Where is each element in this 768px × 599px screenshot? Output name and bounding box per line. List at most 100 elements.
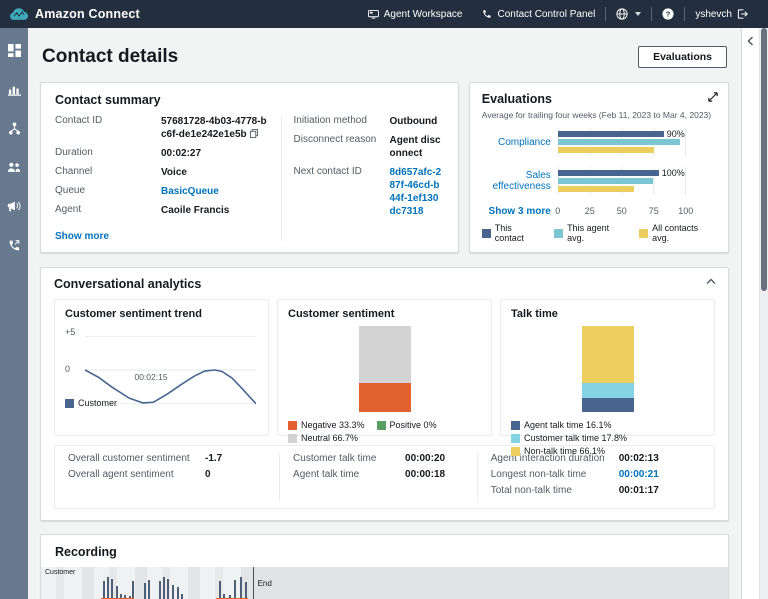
- bar-this-agent-avg: [557, 139, 680, 145]
- caret-down-icon: [635, 12, 642, 16]
- show-more-link[interactable]: Show more: [55, 231, 109, 242]
- contact-control-panel-button[interactable]: Contact Control Panel: [472, 0, 605, 28]
- customer-sentiment-trend-card: Customer sentiment trend +5 0 -5: [54, 299, 269, 436]
- recording-card: Recording Customer Agent End: [40, 534, 729, 599]
- customer-audio-track[interactable]: Customer: [41, 567, 728, 599]
- bar-value-label: 100%: [661, 168, 685, 178]
- evaluations-legend: This contact This agent avg. All contact…: [481, 223, 716, 243]
- sidebar-item-announcements[interactable]: [4, 196, 24, 216]
- recording-end-label: End: [257, 579, 272, 588]
- bar-this-contact: [557, 131, 664, 137]
- trend-title: Customer sentiment trend: [65, 308, 202, 320]
- x-axis: 0 25 50 75 100: [555, 206, 694, 216]
- segment-customer-talk: [581, 382, 634, 399]
- main-content: Contact details Evaluations Contact summ…: [28, 28, 741, 599]
- megaphone-icon: [7, 201, 21, 212]
- talk-time-title: Talk time: [511, 308, 558, 320]
- evaluations-title: Evaluations: [481, 92, 552, 106]
- bar-this-contact: [557, 170, 659, 176]
- bar-chart-icon: [7, 86, 21, 96]
- bar-value-label: 90%: [666, 129, 685, 139]
- field-duration: Duration 00:02:27: [55, 147, 202, 159]
- field-agent: Agent Caoile Francis: [55, 204, 230, 216]
- sign-out-icon: [737, 9, 748, 19]
- bar-group: 100%: [557, 167, 686, 195]
- customer-sentiment-card: Customer sentiment Negative 33.3% Positi…: [277, 299, 492, 443]
- segment-non-talk: [581, 326, 634, 383]
- evaluations-subtitle: Average for trailing four weeks (Feb 11,…: [481, 110, 712, 120]
- amazon-connect-logo-icon: [10, 7, 28, 20]
- track-label: Customer: [45, 569, 76, 576]
- legend-swatch: [639, 228, 649, 238]
- evaluations-button[interactable]: Evaluations: [638, 46, 727, 68]
- longest-non-talk-link[interactable]: 00:00:21: [619, 469, 701, 480]
- field-initiation-method: Initiation method Outbound: [293, 115, 438, 127]
- talk-time-legend: Agent talk time 16.1% Customer talk time…: [511, 420, 704, 456]
- phone-icon: [483, 10, 492, 18]
- dashboard-icon: [7, 43, 21, 57]
- customer-waveform-bars: [41, 567, 728, 599]
- segment-agent-talk: [581, 398, 634, 412]
- bar-all-contacts-avg: [557, 147, 655, 153]
- evaluations-card: Evaluations Average for trailing four we…: [468, 82, 729, 253]
- legend-swatch: [554, 228, 564, 238]
- recording-waveform[interactable]: Customer Agent End: [41, 567, 728, 599]
- talk-time-stacked-bar: [511, 324, 704, 412]
- users-icon: [7, 162, 21, 172]
- copy-icon[interactable]: [249, 129, 258, 138]
- sidebar-item-contact-search[interactable]: [4, 235, 24, 255]
- field-channel: Channel Voice: [55, 166, 187, 178]
- phone-arrow-icon: [9, 239, 19, 250]
- sidebar-item-users[interactable]: [4, 157, 24, 177]
- bar-group: 90%: [557, 128, 686, 156]
- field-next-contact-id: Next contact ID 8d657afc-287f-46cd-b44f-…: [294, 166, 444, 218]
- bar-all-contacts-avg: [557, 186, 634, 192]
- contact-control-panel-label: Contact Control Panel: [497, 8, 596, 20]
- svg-text:?: ?: [666, 10, 671, 19]
- language-selector[interactable]: [606, 0, 651, 28]
- sidebar-item-dashboard[interactable]: [4, 40, 24, 60]
- sentiment-title: Customer sentiment: [288, 308, 395, 320]
- routing-icon: [8, 121, 20, 135]
- username-label: yshevch: [695, 8, 732, 20]
- evaluation-category-link[interactable]: Compliance: [482, 137, 558, 148]
- segment-negative: [358, 383, 411, 412]
- page-title: Contact details: [42, 46, 179, 67]
- field-contact-id: Contact ID 57681728-4b03-4778-bc6f-de1e2…: [55, 115, 267, 140]
- user-menu[interactable]: yshevch: [685, 0, 758, 28]
- brand-title: Amazon Connect: [35, 7, 140, 21]
- evaluations-bar-chart: Compliance 90% Sales effectiveness 100%: [482, 128, 716, 217]
- scrollbar-thumb[interactable]: [761, 28, 767, 291]
- bar-this-agent-avg: [557, 178, 654, 184]
- workspace-monitor-icon: [367, 9, 379, 19]
- time-annotation: 00:02:15: [134, 371, 168, 382]
- collapse-section-icon[interactable]: [706, 278, 716, 285]
- expand-icon[interactable]: [708, 92, 718, 102]
- contact-summary-title: Contact summary: [55, 93, 161, 107]
- conversational-analytics-card: Conversational analytics Customer sentim…: [40, 267, 729, 521]
- collapse-panel-button[interactable]: [747, 36, 754, 599]
- help-icon: ?: [662, 8, 674, 20]
- queue-link[interactable]: BasicQueue: [161, 185, 271, 198]
- show-3-more-link[interactable]: Show 3 more: [482, 206, 558, 217]
- left-sidebar: [0, 28, 28, 599]
- vertical-scrollbar[interactable]: [759, 28, 768, 599]
- sidebar-item-routing[interactable]: [4, 118, 24, 138]
- contact-summary-card: Contact summary Contact ID 57681728-4b03…: [40, 82, 459, 253]
- app-window: Amazon Connect Agent Workspace Contact C…: [0, 0, 768, 599]
- analytics-title: Conversational analytics: [54, 277, 202, 291]
- legend-swatch: [65, 398, 74, 408]
- talk-time-card: Talk time Agent talk time 16.1% Customer…: [500, 299, 715, 456]
- amazon-connect-brand[interactable]: Amazon Connect: [10, 7, 140, 21]
- help-button[interactable]: ?: [652, 0, 684, 28]
- sidebar-item-metrics[interactable]: [4, 79, 24, 99]
- evaluation-category-link[interactable]: Sales effectiveness: [482, 170, 558, 192]
- next-contact-id-link[interactable]: 8d657afc-287f-46cd-b44f-1ef130dc7318: [390, 166, 444, 218]
- field-queue: Queue BasicQueue: [55, 185, 271, 198]
- recording-end-marker: [252, 567, 254, 599]
- agent-workspace-button[interactable]: Agent Workspace: [358, 0, 473, 28]
- recording-title: Recording: [55, 545, 117, 559]
- globe-icon: [616, 8, 628, 20]
- legend-swatch: [481, 228, 491, 238]
- top-navigation-bar: Amazon Connect Agent Workspace Contact C…: [0, 0, 768, 28]
